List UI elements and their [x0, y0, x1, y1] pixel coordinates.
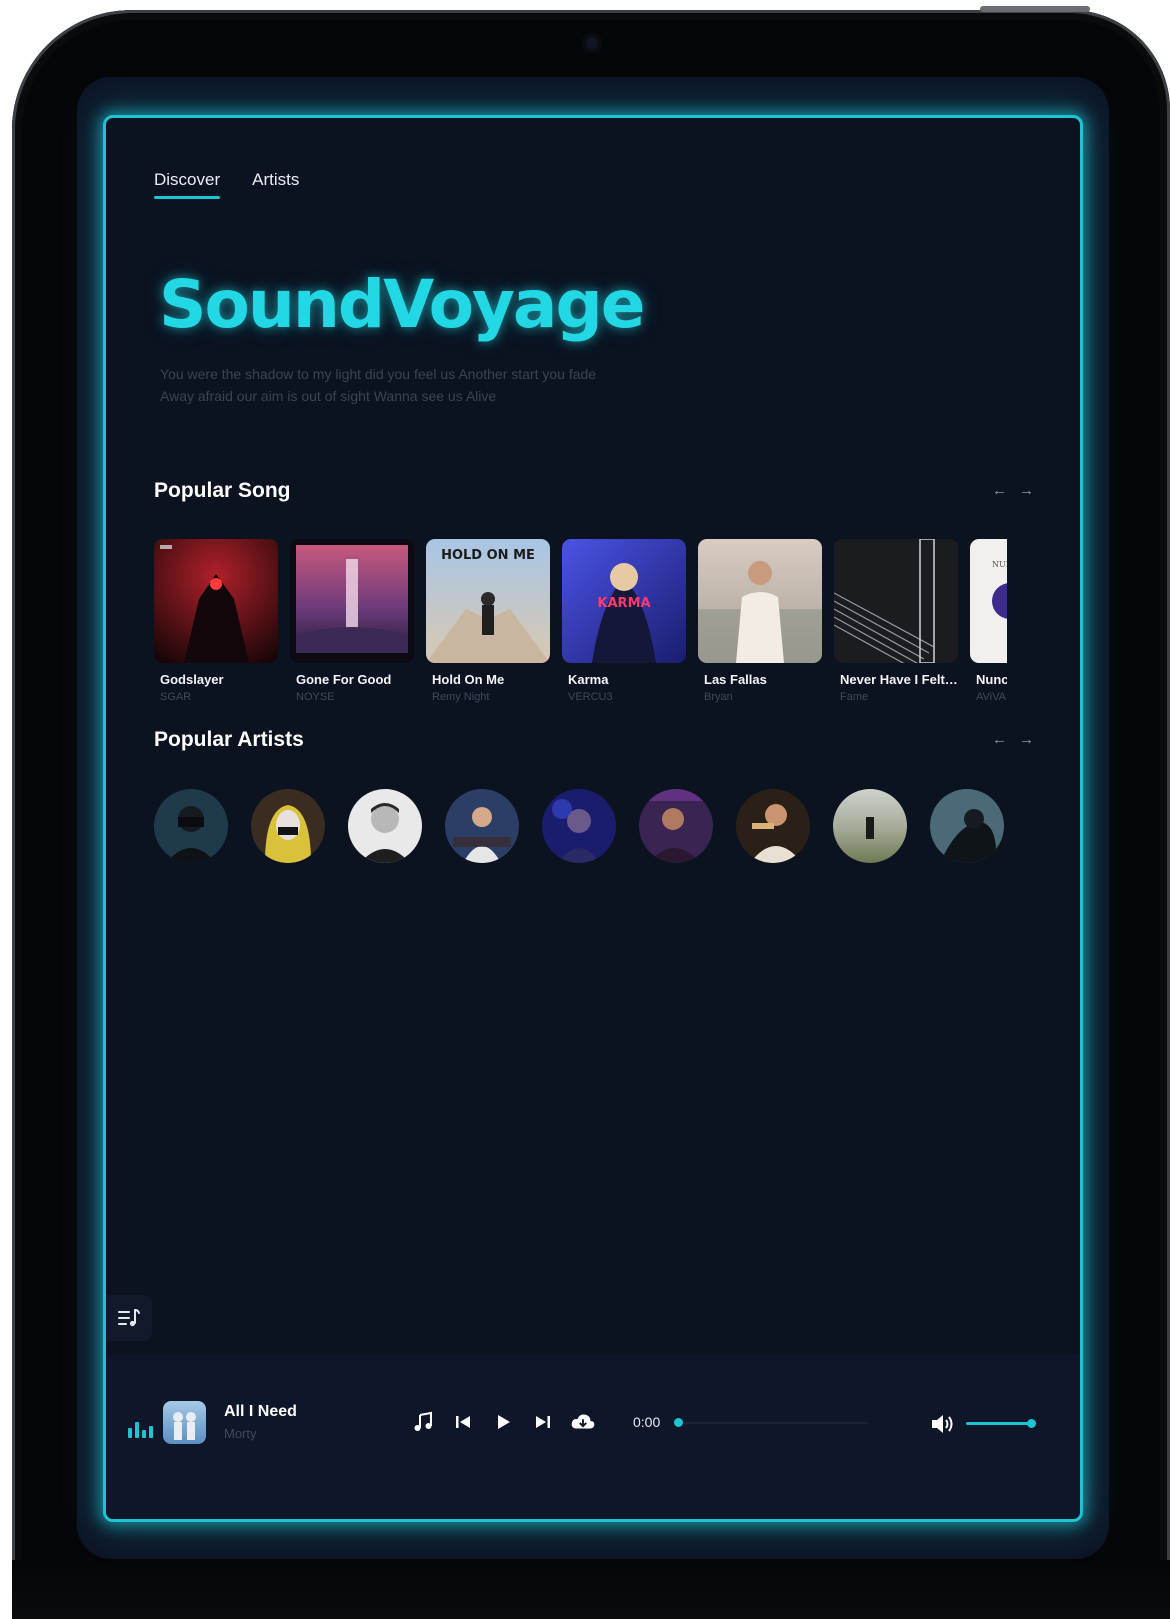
arrow-right-icon[interactable]: →: [1019, 731, 1034, 748]
hero-tagline: You were the shadow to my light did you …: [160, 363, 660, 407]
song-artist: Bryan: [704, 691, 733, 703]
song-card[interactable]: Gone For Good NOYSE: [290, 539, 414, 703]
cover-text: HOLD ON ME: [441, 548, 535, 563]
song-title: Godslayer: [160, 672, 224, 687]
arrow-right-icon[interactable]: →: [1019, 482, 1034, 499]
artist-avatar[interactable]: [251, 789, 325, 863]
song-cover-image: HOLD ON ME: [426, 539, 550, 663]
popular-artists-carousel: [154, 789, 1014, 865]
artist-avatar[interactable]: [930, 789, 1004, 863]
lyrics-button[interactable]: [410, 1409, 436, 1435]
elapsed-time: 0:00: [633, 1414, 661, 1430]
music-note-icon: [414, 1411, 432, 1431]
next-icon: [536, 1416, 550, 1428]
volume-slider[interactable]: [966, 1419, 1036, 1428]
tab-artists[interactable]: Artists: [252, 170, 299, 199]
artist-avatar[interactable]: [542, 789, 616, 863]
song-card[interactable]: Never Have I Felt This Fame: [834, 539, 958, 703]
previous-icon: [456, 1416, 470, 1428]
artist-avatar[interactable]: [154, 789, 228, 863]
tagline-line-1: You were the shadow to my light did you …: [160, 366, 597, 382]
song-artist: SGAR: [160, 691, 192, 703]
queue-icon: [118, 1309, 140, 1327]
popular-artists-heading: Popular Artists: [154, 728, 304, 751]
progress-slider[interactable]: [674, 1418, 868, 1427]
tab-discover[interactable]: Discover: [154, 170, 221, 199]
artist-avatar[interactable]: [445, 789, 519, 863]
artist-avatar[interactable]: [736, 789, 810, 863]
equalizer-icon: [128, 1421, 153, 1438]
download-button[interactable]: [570, 1409, 596, 1435]
playback-controls: [410, 1409, 596, 1435]
song-cover-image: [834, 539, 958, 663]
song-artist: VERCU3: [568, 691, 613, 703]
play-icon: [498, 1415, 510, 1429]
cloud-download-icon: [571, 1414, 595, 1429]
volume-knob[interactable]: [1027, 1419, 1036, 1428]
song-artist: Fame: [840, 691, 869, 703]
play-button[interactable]: [490, 1409, 516, 1435]
tablet-side-button: [980, 6, 1090, 12]
tagline-line-2: Away afraid our aim is out of sight Wann…: [160, 388, 497, 404]
song-card[interactable]: Godslayer SGAR: [154, 539, 278, 703]
song-title: Nunca: [976, 672, 1007, 687]
arrow-left-icon[interactable]: ←: [992, 482, 1007, 499]
song-cover-image: KARMA: [562, 539, 686, 663]
song-cover-image: NUNCA: [970, 539, 1007, 663]
now-playing-bar: All I Need Morty 0:00: [106, 1355, 1080, 1519]
now-playing-cover[interactable]: [163, 1401, 206, 1444]
song-title: Hold On Me: [432, 672, 505, 687]
next-button[interactable]: [530, 1409, 556, 1435]
now-playing-artist: Morty: [224, 1426, 257, 1441]
artist-avatar[interactable]: [639, 789, 713, 863]
song-card[interactable]: NUNCA Nunca AViVA: [970, 539, 1007, 703]
now-playing-title: All I Need: [224, 1403, 297, 1420]
progress-knob[interactable]: [674, 1418, 683, 1427]
song-title: Karma: [568, 672, 609, 687]
tablet-frame-bottom: [12, 1560, 1170, 1619]
popular-songs-carousel: Godslayer SGAR Gone For Good NOYSE HOLD …: [154, 539, 1007, 709]
top-nav: Discover Artists: [154, 170, 299, 199]
song-title: Las Fallas: [704, 672, 767, 687]
artist-avatar[interactable]: [348, 789, 422, 863]
song-artist: AViVA: [976, 691, 1006, 703]
cover-text: NUNCA: [992, 560, 1007, 569]
app-window: Discover Artists SoundVoyage You were th…: [103, 115, 1083, 1522]
brand-title: SoundVoyage: [159, 266, 645, 343]
queue-button[interactable]: [106, 1295, 152, 1341]
song-cover-image: [290, 539, 414, 663]
song-carousel-arrows: ← →: [992, 482, 1034, 499]
song-cover-image: [154, 539, 278, 663]
popular-song-heading: Popular Song: [154, 479, 291, 502]
volume-icon: [932, 1415, 953, 1433]
song-card[interactable]: HOLD ON ME Hold On Me Remy Night: [426, 539, 550, 703]
arrow-left-icon[interactable]: ←: [992, 731, 1007, 748]
previous-button[interactable]: [450, 1409, 476, 1435]
song-title: Never Have I Felt This: [840, 672, 958, 687]
artist-avatar[interactable]: [833, 789, 907, 863]
cover-text: KARMA: [597, 596, 650, 611]
song-artist: NOYSE: [296, 691, 335, 703]
song-title: Gone For Good: [296, 672, 392, 687]
artist-carousel-arrows: ← →: [992, 731, 1034, 748]
song-card[interactable]: KARMA Karma VERCU3: [562, 539, 686, 703]
song-artist: Remy Night: [432, 691, 490, 703]
song-cover-image: [698, 539, 822, 663]
song-card[interactable]: Las Fallas Bryan: [698, 539, 822, 703]
volume-button[interactable]: [929, 1412, 957, 1441]
front-camera: [582, 33, 602, 53]
